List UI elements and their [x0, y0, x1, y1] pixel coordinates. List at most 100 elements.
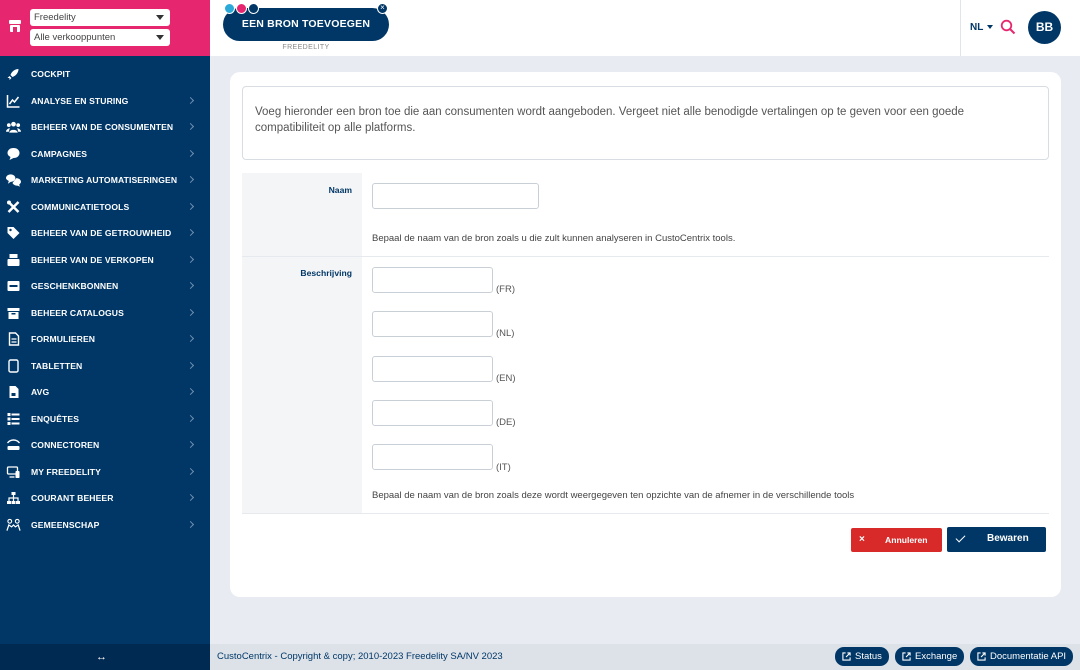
chevron-right-icon — [186, 414, 195, 423]
chevron-right-icon — [186, 493, 195, 502]
name-input[interactable] — [372, 183, 539, 209]
refresh-badge-icon — [224, 3, 235, 14]
sitemap-icon — [7, 492, 20, 504]
sidebar-item-marketing[interactable]: MARKETING AUTOMATISERINGEN — [0, 167, 210, 193]
caret-down-icon — [156, 15, 164, 20]
chevron-right-icon — [186, 467, 195, 476]
status-link[interactable]: Status — [835, 647, 889, 666]
form-icon — [8, 332, 20, 346]
top-header: EEN BRON TOEVOEGEN × FREEDELITY NL BB — [210, 0, 1080, 56]
sidebar-item-my-freedelity[interactable]: MY FREEDELITY — [0, 459, 210, 485]
caret-down-icon[interactable] — [987, 25, 993, 29]
name-label-cell: Naam — [242, 173, 362, 256]
sidebar-item-label: ENQUÊTES — [31, 414, 80, 424]
sidebar-item-label: COURANT BEHEER — [31, 493, 114, 503]
save-button[interactable]: Bewaren — [947, 527, 1046, 552]
users-icon — [6, 121, 21, 133]
puzzle-badge-icon — [248, 3, 259, 14]
user-avatar[interactable]: BB — [1028, 11, 1061, 44]
sidebar-item-label: ANALYSE EN STURING — [31, 96, 129, 106]
sidebar-item-label: MARKETING AUTOMATISERINGEN — [31, 175, 178, 185]
caret-down-icon — [156, 35, 164, 40]
description-hint: Bepaal de naam van de bron zoals deze wo… — [372, 490, 855, 501]
sidebar-item-label: COMMUNICATIETOOLS — [31, 202, 130, 212]
lang-tag-fr: (FR) — [496, 284, 515, 295]
description-input-de[interactable] — [372, 400, 493, 426]
lang-tag-de: (DE) — [496, 417, 516, 428]
connector-icon — [6, 439, 21, 450]
chat-icon — [7, 148, 20, 160]
sidebar-item-label: GESCHENKBONNEN — [31, 281, 119, 291]
description-input-fr[interactable] — [372, 267, 493, 293]
row-divider — [242, 256, 1049, 257]
chevron-right-icon — [186, 149, 195, 158]
description-input-nl[interactable] — [372, 311, 493, 337]
sidebar-nav: COCKPIT ANALYSE EN STURING BEHEER VAN DE… — [0, 56, 210, 644]
sidebar-item-enquetes[interactable]: ENQUÊTES — [0, 406, 210, 432]
sidebar-item-connectoren[interactable]: CONNECTOREN — [0, 432, 210, 458]
sidebar-item-label: TABLETTEN — [31, 361, 83, 371]
info-message: Voeg hieronder een bron toe die aan cons… — [242, 86, 1049, 160]
sidebar-item-label: AVG — [31, 387, 50, 397]
sidebar-item-label: BEHEER VAN DE CONSUMENTEN — [31, 122, 174, 132]
chevron-right-icon — [186, 334, 195, 343]
language-select[interactable]: NL — [970, 22, 983, 33]
sidebar-item-tabletten[interactable]: TABLETTEN — [0, 353, 210, 379]
chevron-right-icon — [186, 202, 195, 211]
chevron-right-icon — [186, 387, 195, 396]
sidebar-item-communicatietools[interactable]: COMMUNICATIETOOLS — [0, 194, 210, 220]
sidebar-item-analyse[interactable]: ANALYSE EN STURING — [0, 88, 210, 114]
sidebar-item-consumenten[interactable]: BEHEER VAN DE CONSUMENTEN — [0, 114, 210, 140]
sidebar-item-label: MY FREEDELITY — [31, 467, 101, 477]
sidebar-item-label: BEHEER CATALOGUS — [31, 308, 124, 318]
exchange-link[interactable]: Exchange — [895, 647, 964, 666]
sidebar-item-label: BEHEER VAN DE VERKOPEN — [31, 255, 154, 265]
description-input-it[interactable] — [372, 444, 493, 470]
loyalty-icon — [7, 227, 20, 239]
external-link-icon — [842, 652, 851, 661]
description-input-en[interactable] — [372, 356, 493, 382]
register-icon — [7, 254, 20, 266]
description-label-cell: Beschrijving — [242, 257, 362, 513]
sidebar-item-label: CONNECTOREN — [31, 440, 100, 450]
sidebar-collapse-bar[interactable]: ↔ — [0, 644, 210, 670]
sidebar-item-verkopen[interactable]: BEHEER VAN DE VERKOPEN — [0, 247, 210, 273]
row-divider — [242, 513, 1049, 514]
collapse-arrows-icon[interactable]: ↔ — [96, 651, 107, 663]
chevron-right-icon — [186, 96, 195, 105]
sidebar-item-cockpit[interactable]: COCKPIT — [0, 61, 210, 87]
sidebar-item-gemeenschap[interactable]: GEMEENSCHAP — [0, 512, 210, 538]
lang-tag-en: (EN) — [496, 373, 516, 384]
sidebar-item-getrouwheid[interactable]: BEHEER VAN DE GETROUWHEID — [0, 220, 210, 246]
store-icon — [9, 20, 21, 32]
file-lock-icon — [9, 386, 19, 398]
sidebar-item-campagnes[interactable]: CAMPAGNES — [0, 141, 210, 167]
sidebar-item-avg[interactable]: AVG — [0, 379, 210, 405]
api-docs-label: Documentatie API — [990, 651, 1067, 662]
api-docs-link[interactable]: Documentatie API — [970, 647, 1073, 666]
add-source-button[interactable]: EEN BRON TOEVOEGEN — [223, 8, 389, 41]
chevron-right-icon — [186, 175, 195, 184]
chevron-right-icon — [186, 440, 195, 449]
sidebar-item-label: CAMPAGNES — [31, 149, 88, 159]
chevron-right-icon — [186, 228, 195, 237]
exchange-label: Exchange — [915, 651, 958, 662]
sidebar-item-courant-beheer[interactable]: COURANT BEHEER — [0, 485, 210, 511]
chevron-right-icon — [186, 361, 195, 370]
name-hint: Bepaal de naam van de bron zoals u die z… — [372, 233, 736, 244]
sidebar-item-geschenkbonnen[interactable]: GESCHENKBONNEN — [0, 273, 210, 299]
close-icon[interactable]: × — [377, 3, 388, 14]
sidebar-item-formulieren[interactable]: FORMULIEREN — [0, 326, 210, 352]
sidebar-item-label: BEHEER VAN DE GETROUWHEID — [31, 228, 172, 238]
brand-subtitle: FREEDELITY — [282, 44, 330, 51]
search-icon[interactable] — [1000, 19, 1016, 35]
brand-select[interactable]: Freedelity — [30, 9, 170, 26]
chevron-right-icon — [186, 281, 195, 290]
giftcard-icon — [7, 281, 20, 291]
add-source-label: EEN BRON TOEVOEGEN — [241, 18, 371, 30]
cancel-button[interactable]: × Annuleren — [851, 528, 942, 552]
save-label: Bewaren — [987, 533, 1029, 544]
heart-badge-icon — [236, 3, 247, 14]
sidebar-item-catalogus[interactable]: BEHEER CATALOGUS — [0, 300, 210, 326]
point-of-sale-select[interactable]: Alle verkooppunten — [30, 29, 170, 46]
